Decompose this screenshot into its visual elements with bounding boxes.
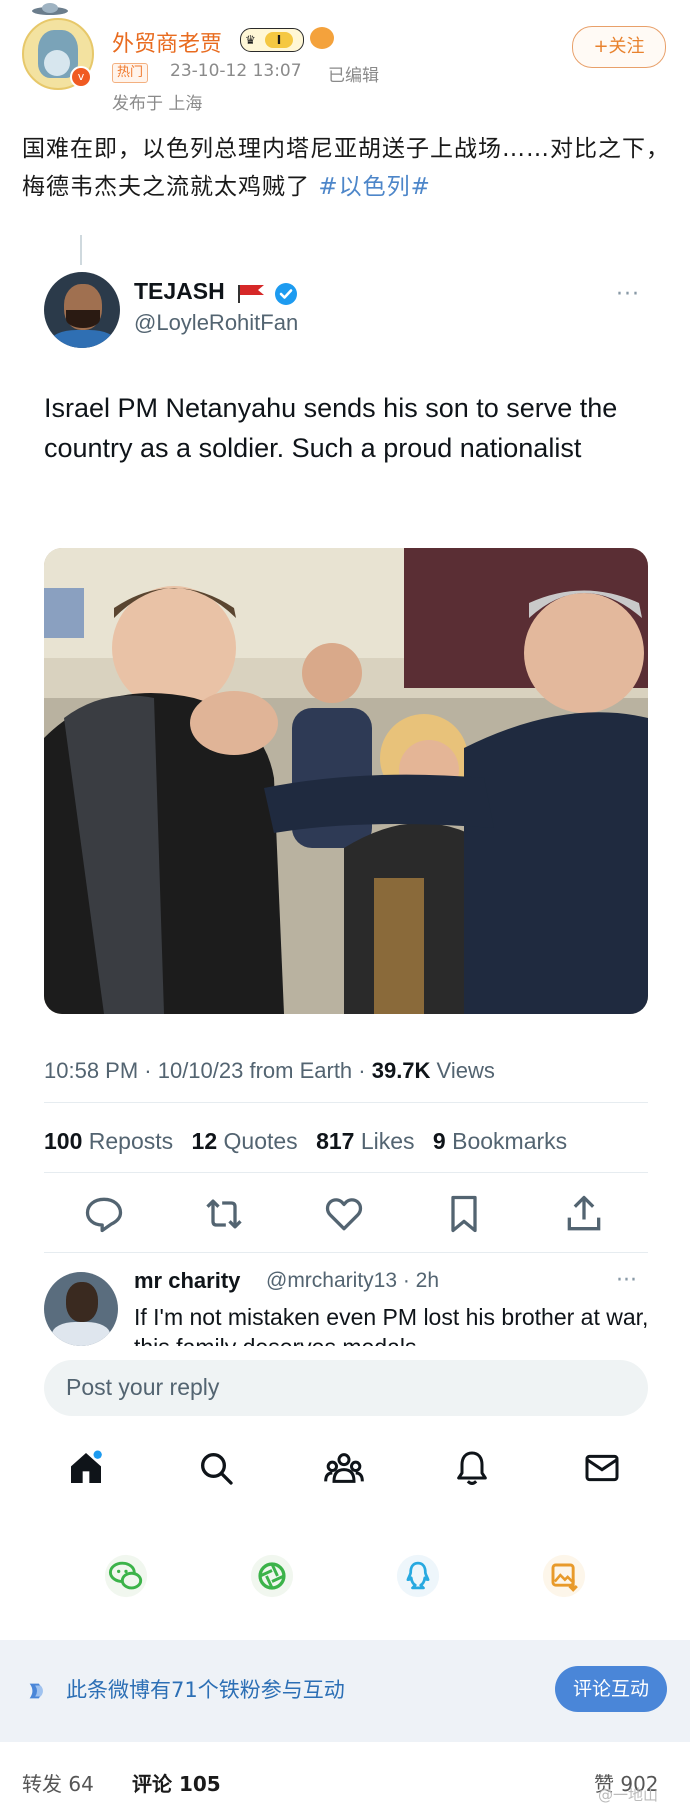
weibo-user-name[interactable]: 外贸商老贾 [112, 26, 222, 58]
likes-label[interactable]: Likes [354, 1128, 415, 1154]
qq-icon[interactable] [396, 1554, 440, 1598]
hashtag-link[interactable]: #以色列# [318, 174, 431, 200]
quotes-count[interactable]: 12 [192, 1128, 218, 1154]
weibo-post-text: 国难在即，以色列总理内塔尼亚胡送子上战场……对比之下，梅德韦杰夫之流就太鸡贼了 … [22, 130, 672, 206]
post-timestamp: 23-10-12 13:07 [170, 61, 302, 81]
bookmarks-label[interactable]: Bookmarks [446, 1128, 567, 1154]
save-image-icon[interactable] [542, 1554, 586, 1598]
tab-comment[interactable]: 评论 105 [132, 1768, 221, 1797]
tweet-author-handle[interactable]: @LoyleRohitFan [134, 310, 298, 336]
ufo-icon [32, 3, 68, 15]
tweet-stats: 100 Reposts 12 Quotes 817 Likes 9 Bookma… [44, 1128, 567, 1155]
tweet-time-source: 10:58 PM · 10/10/23 from Earth · [44, 1058, 372, 1083]
tab-repost[interactable]: 转发 64 [22, 1768, 94, 1797]
verified-icon [275, 283, 297, 305]
reply-author-name[interactable]: mr charity [134, 1268, 240, 1294]
fan-interaction-text: 此条微博有71个铁粉参与互动 [66, 1678, 345, 1702]
bookmark-icon[interactable] [442, 1192, 486, 1236]
share-icon[interactable] [562, 1192, 606, 1236]
repost-icon[interactable] [202, 1192, 246, 1236]
red-flag-icon [238, 285, 264, 303]
fan-badge-icon [29, 1683, 43, 1699]
search-icon[interactable] [196, 1448, 236, 1488]
fox-emoji-icon [310, 27, 334, 49]
quotes-label[interactable]: Quotes [217, 1128, 298, 1154]
like-heart-icon[interactable] [322, 1192, 366, 1236]
tweet-photo[interactable] [44, 548, 648, 1014]
tweet-meta: 10:58 PM · 10/10/23 from Earth · 39.7K V… [44, 1058, 495, 1084]
wechat-icon[interactable] [104, 1554, 148, 1598]
comment-interact-button[interactable]: 评论互动 [555, 1666, 667, 1712]
reply-author-avatar[interactable] [44, 1272, 118, 1346]
level-number: I [265, 32, 293, 48]
reply-text: If I'm not mistaken even PM lost his bro… [134, 1304, 649, 1346]
reply-icon[interactable] [82, 1192, 126, 1236]
reposts-label[interactable]: Reposts [82, 1128, 173, 1154]
follow-button[interactable]: +关注 [572, 26, 666, 68]
bookmarks-count[interactable]: 9 [433, 1128, 446, 1154]
reposts-count[interactable]: 100 [44, 1128, 82, 1154]
messages-mail-icon[interactable] [582, 1448, 622, 1488]
communities-icon[interactable] [324, 1448, 364, 1488]
divider [44, 1102, 648, 1103]
views-label: Views [430, 1058, 495, 1083]
member-level-badge: ♛ I [240, 28, 304, 52]
thread-line [80, 235, 82, 265]
reply-input-placeholder: Post your reply [66, 1374, 220, 1400]
crown-icon: ♛ [245, 33, 256, 47]
reply-author-handle[interactable]: @mrcharity13 · 2h [266, 1269, 439, 1293]
views-count: 39.7K [371, 1058, 431, 1083]
verified-v-icon: v [70, 66, 92, 88]
moments-icon[interactable] [250, 1554, 294, 1598]
more-options-icon[interactable]: ··· [616, 282, 640, 307]
tweet-author-name[interactable]: TEJASH [134, 278, 225, 305]
edited-label: 已编辑 [328, 66, 379, 86]
publish-location: 发布于 上海 [112, 94, 203, 114]
hot-tag: 热门 [112, 63, 149, 83]
watermark: @一地山 [598, 1786, 659, 1804]
home-icon[interactable] [66, 1448, 106, 1488]
likes-count[interactable]: 817 [316, 1128, 354, 1154]
divider [44, 1252, 648, 1253]
tweet-text: Israel PM Netanyahu sends his son to ser… [44, 393, 618, 463]
notifications-bell-icon[interactable] [452, 1448, 492, 1488]
divider [44, 1172, 648, 1173]
reply-more-options-icon[interactable]: ··· [616, 1268, 637, 1293]
tweet-author-avatar[interactable] [44, 272, 120, 348]
